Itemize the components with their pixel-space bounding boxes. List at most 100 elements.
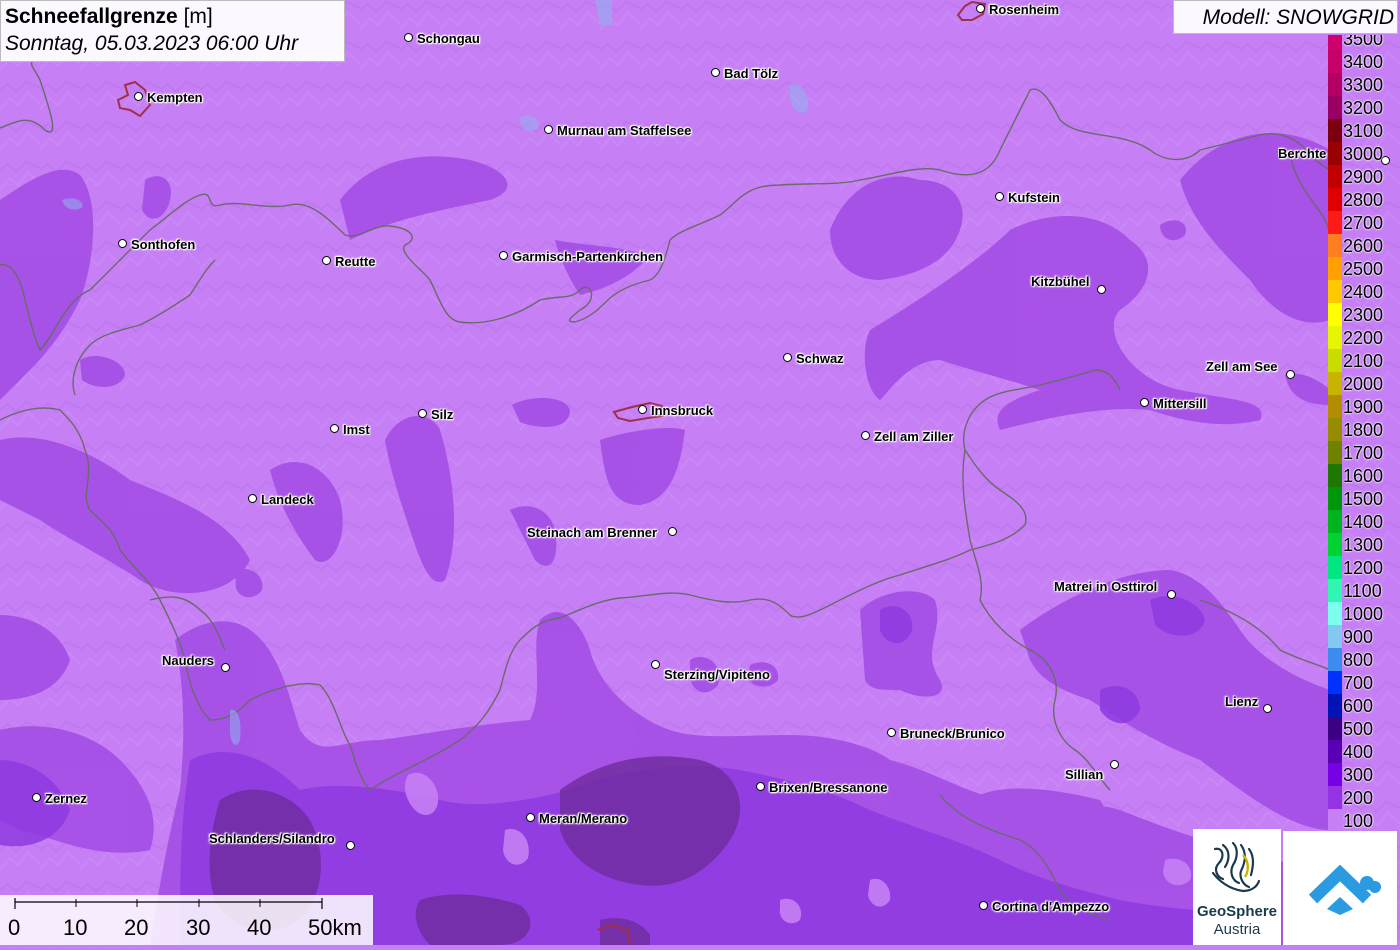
legend-entry: 2600 (1328, 234, 1400, 257)
scale-bar: 0 10 20 30 40 50km (0, 895, 373, 945)
city-marker (526, 813, 535, 822)
city-marker (1263, 704, 1272, 713)
snowfall-line-map (0, 0, 1400, 945)
legend-swatch (1328, 694, 1342, 717)
legend-label: 2900 (1343, 167, 1384, 187)
city-label: Schongau (417, 31, 480, 46)
geosphere-logo-icon (1211, 841, 1261, 893)
legend-entry: 2300 (1328, 303, 1400, 326)
legend-label: 100 (1343, 811, 1374, 830)
city-marker (1097, 285, 1106, 294)
legend-label: 3300 (1343, 75, 1384, 95)
legend-entry: 2100 (1328, 349, 1400, 372)
scale-label: 10 (63, 915, 88, 940)
legend-label: 1500 (1343, 489, 1384, 509)
legend-label: 3000 (1343, 144, 1384, 164)
legend-swatch (1328, 809, 1342, 830)
legend-swatch (1328, 73, 1342, 96)
legend-label: 800 (1343, 650, 1374, 670)
city-marker (651, 660, 660, 669)
legend-swatch (1328, 648, 1342, 671)
legend-label: 2700 (1343, 213, 1384, 233)
legend-entry: 500 (1328, 717, 1400, 740)
legend-swatch (1328, 349, 1342, 372)
legend-label: 1200 (1343, 558, 1384, 578)
legend-swatch (1328, 556, 1342, 579)
legend-label: 3100 (1343, 121, 1384, 141)
legend-entry: 2900 (1328, 165, 1400, 188)
legend-swatch (1328, 188, 1342, 211)
city-label: Rosenheim (989, 2, 1060, 17)
legend-entry: 1700 (1328, 441, 1400, 464)
city-marker (322, 256, 331, 265)
legend-swatch (1328, 533, 1342, 556)
city-label: Bad Tölz (724, 66, 779, 81)
city-marker (346, 841, 355, 850)
city-label: Kitzbühel (1031, 274, 1090, 289)
legend-entry: 3300 (1328, 73, 1400, 96)
city-label: Sterzing/Vipiteno (664, 667, 770, 682)
legend-entry: 3500 (1328, 35, 1400, 50)
map-title: Schneefallgrenze [m] (5, 4, 340, 30)
legend-entry: 200 (1328, 786, 1400, 809)
city-label: Nauders (162, 653, 215, 668)
legend-entry: 2700 (1328, 211, 1400, 234)
city-label: Brixen/Bressanone (769, 780, 888, 795)
legend-label: 2100 (1343, 351, 1384, 371)
legend-swatch (1328, 625, 1342, 648)
legend-entry: 1800 (1328, 418, 1400, 441)
city-label: Steinach am Brenner (527, 525, 658, 540)
legend-label: 2400 (1343, 282, 1384, 302)
city-marker (979, 901, 988, 910)
legend-entry: 3400 (1328, 50, 1400, 73)
legend-entry: 100 (1328, 809, 1400, 830)
legend-entry: 400 (1328, 740, 1400, 763)
scale-label: 0 (8, 915, 21, 940)
legend-entry: 2500 (1328, 257, 1400, 280)
geosphere-logo[interactable]: GeoSphere Austria (1193, 829, 1281, 945)
city-marker (32, 793, 41, 802)
snowgrid-logo[interactable] (1283, 831, 1397, 945)
city-marker (404, 33, 413, 42)
legend-swatch (1328, 119, 1342, 142)
city-label: Zernez (45, 791, 87, 806)
legend-label: 1400 (1343, 512, 1384, 532)
legend-label: 1100 (1343, 581, 1382, 601)
legend-label: 900 (1343, 627, 1374, 647)
city-marker (221, 663, 230, 672)
city-label: Sillian (1065, 767, 1104, 782)
legend-entry: 1600 (1328, 464, 1400, 487)
legend-label: 1800 (1343, 420, 1384, 440)
legend-entry: 2400 (1328, 280, 1400, 303)
city-marker (976, 4, 985, 13)
city-marker (711, 68, 720, 77)
city-label: Garmisch-Partenkirchen (512, 249, 664, 264)
city-label: Schwaz (796, 351, 844, 366)
city-label: Cortina d'Ampezzo (992, 899, 1110, 914)
legend-label: 2800 (1343, 190, 1384, 210)
legend-label: 1900 (1343, 397, 1384, 417)
legend-entry: 2200 (1328, 326, 1400, 349)
city-marker (756, 782, 765, 791)
legend-swatch (1328, 142, 1342, 165)
legend-swatch (1328, 303, 1342, 326)
legend-label: 1300 (1343, 535, 1384, 555)
legend-swatch (1328, 441, 1342, 464)
city-marker (638, 405, 647, 414)
city-label: Imst (343, 422, 370, 437)
city-marker (134, 92, 143, 101)
legend-entry: 800 (1328, 648, 1400, 671)
city-label: Meran/Merano (539, 811, 628, 826)
city-marker (544, 125, 553, 134)
legend-label: 3500 (1343, 35, 1384, 49)
legend-label: 1600 (1343, 466, 1384, 486)
city-label: Schlanders/Silandro (209, 831, 335, 846)
legend-label: 200 (1343, 788, 1374, 808)
city-label: Zell am Ziller (874, 429, 954, 444)
color-legend: 3500 3400 3300 3200 3100 3000 2900 2800 2700 2600… (1328, 35, 1400, 830)
legend-swatch (1328, 326, 1342, 349)
legend-label: 700 (1343, 673, 1374, 693)
legend-label: 2200 (1343, 328, 1384, 348)
city-label: Sonthofen (131, 237, 196, 252)
legend-entry: 1900 (1328, 395, 1400, 418)
